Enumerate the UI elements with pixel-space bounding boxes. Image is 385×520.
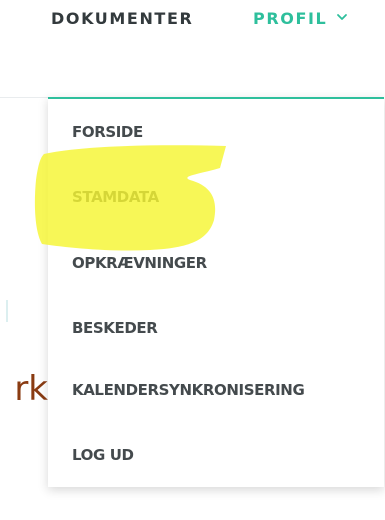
menu-item-forside[interactable]: FORSIDE: [72, 123, 143, 141]
menu-item-kalendersynkronisering[interactable]: KALENDERSYNKRONISERING: [72, 381, 305, 399]
page-decoration: [6, 300, 8, 322]
menu-item-opkraevninger[interactable]: OPKRÆVNINGER: [72, 254, 207, 272]
nav-profile-label: PROFIL: [253, 9, 328, 28]
page-divider: [0, 97, 48, 98]
menu-item-log-ud[interactable]: LOG UD: [72, 446, 134, 464]
background-heading-fragment: rk: [0, 369, 48, 409]
screen: DOKUMENTER PROFIL rk FORSIDE STAMDATA OP…: [0, 0, 385, 520]
nav-profile[interactable]: PROFIL: [253, 9, 349, 28]
nav-documents[interactable]: DOKUMENTER: [51, 9, 193, 28]
background-heading-text: rk: [14, 369, 48, 409]
profile-dropdown-menu: FORSIDE STAMDATA OPKRÆVNINGER BESKEDER K…: [48, 97, 384, 487]
chevron-down-icon: [337, 14, 348, 20]
menu-item-beskeder[interactable]: BESKEDER: [72, 319, 158, 337]
menu-item-stamdata[interactable]: STAMDATA: [72, 188, 159, 206]
